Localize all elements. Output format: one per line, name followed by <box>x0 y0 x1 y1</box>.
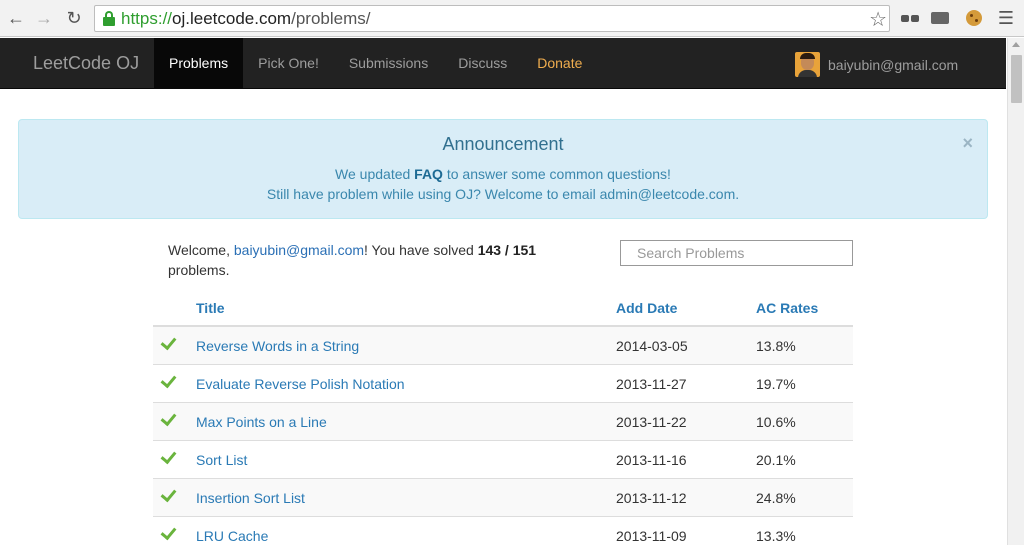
keyboard-extension-icon[interactable] <box>930 8 950 28</box>
announcement-title: Announcement <box>442 134 564 154</box>
table-row: Sort List 2013-11-16 20.1% <box>153 441 853 479</box>
problem-ac-rate: 20.1% <box>756 452 796 468</box>
table-header: Title Add Date AC Rates <box>153 289 853 327</box>
faq-link[interactable]: FAQ <box>414 166 443 182</box>
table-row: Max Points on a Line 2013-11-22 10.6% <box>153 403 853 441</box>
welcome-message: Welcome, baiyubin@gmail.com! You have so… <box>168 240 588 280</box>
cookie-extension-icon[interactable] <box>964 8 984 28</box>
brand-logo[interactable]: LeetCode OJ <box>33 53 139 74</box>
scroll-up-arrow-icon[interactable] <box>1012 42 1020 47</box>
problem-title-link[interactable]: Reverse Words in a String <box>196 338 359 354</box>
nav-discuss[interactable]: Discuss <box>443 38 522 88</box>
user-email[interactable]: baiyubin@gmail.com <box>828 57 958 73</box>
solved-count: 143 / 151 <box>477 242 537 258</box>
problem-date: 2013-11-09 <box>616 528 687 544</box>
avatar <box>795 52 820 77</box>
page-scrollbar[interactable] <box>1007 38 1024 545</box>
problem-ac-rate: 10.6% <box>756 414 796 430</box>
announcement-text: to answer some common questions! <box>442 166 671 182</box>
problem-ac-rate: 13.8% <box>756 338 796 354</box>
glasses-extension-icon[interactable] <box>900 8 920 28</box>
address-url[interactable]: https://oj.leetcode.com/problems/ <box>121 9 370 29</box>
announcement-line-2: Still have problem while using OJ? Welco… <box>266 186 740 202</box>
nav-donate[interactable]: Donate <box>522 38 597 88</box>
checkmark-icon <box>161 371 179 389</box>
problem-ac-rate: 19.7% <box>756 376 796 392</box>
reload-icon[interactable]: ↻ <box>62 6 86 30</box>
checkmark-icon <box>161 485 179 503</box>
lock-icon <box>103 11 115 27</box>
url-path: /problems/ <box>291 9 371 28</box>
nav-submissions[interactable]: Submissions <box>334 38 443 88</box>
table-row: Insertion Sort List 2013-11-12 24.8% <box>153 479 853 517</box>
problem-ac-rate: 24.8% <box>756 490 796 506</box>
browser-toolbar: ← → ↻ https://oj.leetcode.com/problems/ … <box>0 0 1024 37</box>
table-row: Evaluate Reverse Polish Notation 2013-11… <box>153 365 853 403</box>
problem-title-link[interactable]: Insertion Sort List <box>196 490 305 506</box>
address-bar[interactable]: https://oj.leetcode.com/problems/ ☆ <box>94 5 890 32</box>
checkmark-icon <box>161 447 179 465</box>
checkmark-icon <box>161 409 179 427</box>
announcement-text: We updated <box>335 166 415 182</box>
welcome-email-link[interactable]: baiyubin@gmail.com <box>234 242 364 258</box>
problem-date: 2013-11-16 <box>616 452 687 468</box>
announcement-alert: Announcement We updated FAQ to answer so… <box>18 119 988 219</box>
problem-title-link[interactable]: Max Points on a Line <box>196 414 327 430</box>
table-row: LRU Cache 2013-11-09 13.3% <box>153 517 853 545</box>
problem-date: 2013-11-22 <box>616 414 687 430</box>
top-navbar: LeetCode OJ Problems Pick One! Submissio… <box>0 38 1006 89</box>
url-host: oj.leetcode.com <box>172 9 292 28</box>
problem-date: 2013-11-27 <box>616 376 687 392</box>
problem-title-link[interactable]: Evaluate Reverse Polish Notation <box>196 376 405 392</box>
forward-arrow-icon[interactable]: → <box>32 6 56 30</box>
welcome-text: problems. <box>168 262 230 278</box>
checkmark-icon <box>161 523 179 541</box>
table-row: Reverse Words in a String 2014-03-05 13.… <box>153 327 853 365</box>
problem-date: 2014-03-05 <box>616 338 688 354</box>
scroll-thumb[interactable] <box>1011 55 1022 103</box>
problem-title-link[interactable]: Sort List <box>196 452 247 468</box>
nav-problems[interactable]: Problems <box>154 38 244 88</box>
nav-pick-one[interactable]: Pick One! <box>243 38 334 88</box>
url-scheme: https:// <box>121 9 173 28</box>
problem-date: 2013-11-12 <box>616 490 687 506</box>
back-arrow-icon[interactable]: ← <box>4 6 28 30</box>
welcome-text: Welcome, <box>168 242 234 258</box>
column-header-rate[interactable]: AC Rates <box>756 300 818 316</box>
close-icon[interactable]: × <box>962 134 973 152</box>
menu-icon[interactable]: ☰ <box>996 8 1016 28</box>
search-input[interactable] <box>620 240 853 266</box>
problem-title-link[interactable]: LRU Cache <box>196 528 268 544</box>
bookmark-star-icon[interactable]: ☆ <box>869 7 887 32</box>
column-header-date[interactable]: Add Date <box>616 300 677 316</box>
column-header-title[interactable]: Title <box>196 300 225 316</box>
problem-ac-rate: 13.3% <box>756 528 796 544</box>
announcement-line-1: We updated FAQ to answer some common que… <box>19 164 987 184</box>
problems-table: Title Add Date AC Rates Reverse Words in… <box>153 289 853 545</box>
nav-links: Problems Pick One! Submissions Discuss D… <box>154 38 597 88</box>
checkmark-icon <box>161 333 179 351</box>
user-menu[interactable]: baiyubin@gmail.com <box>795 52 958 77</box>
welcome-text: ! You have solved <box>364 242 478 258</box>
